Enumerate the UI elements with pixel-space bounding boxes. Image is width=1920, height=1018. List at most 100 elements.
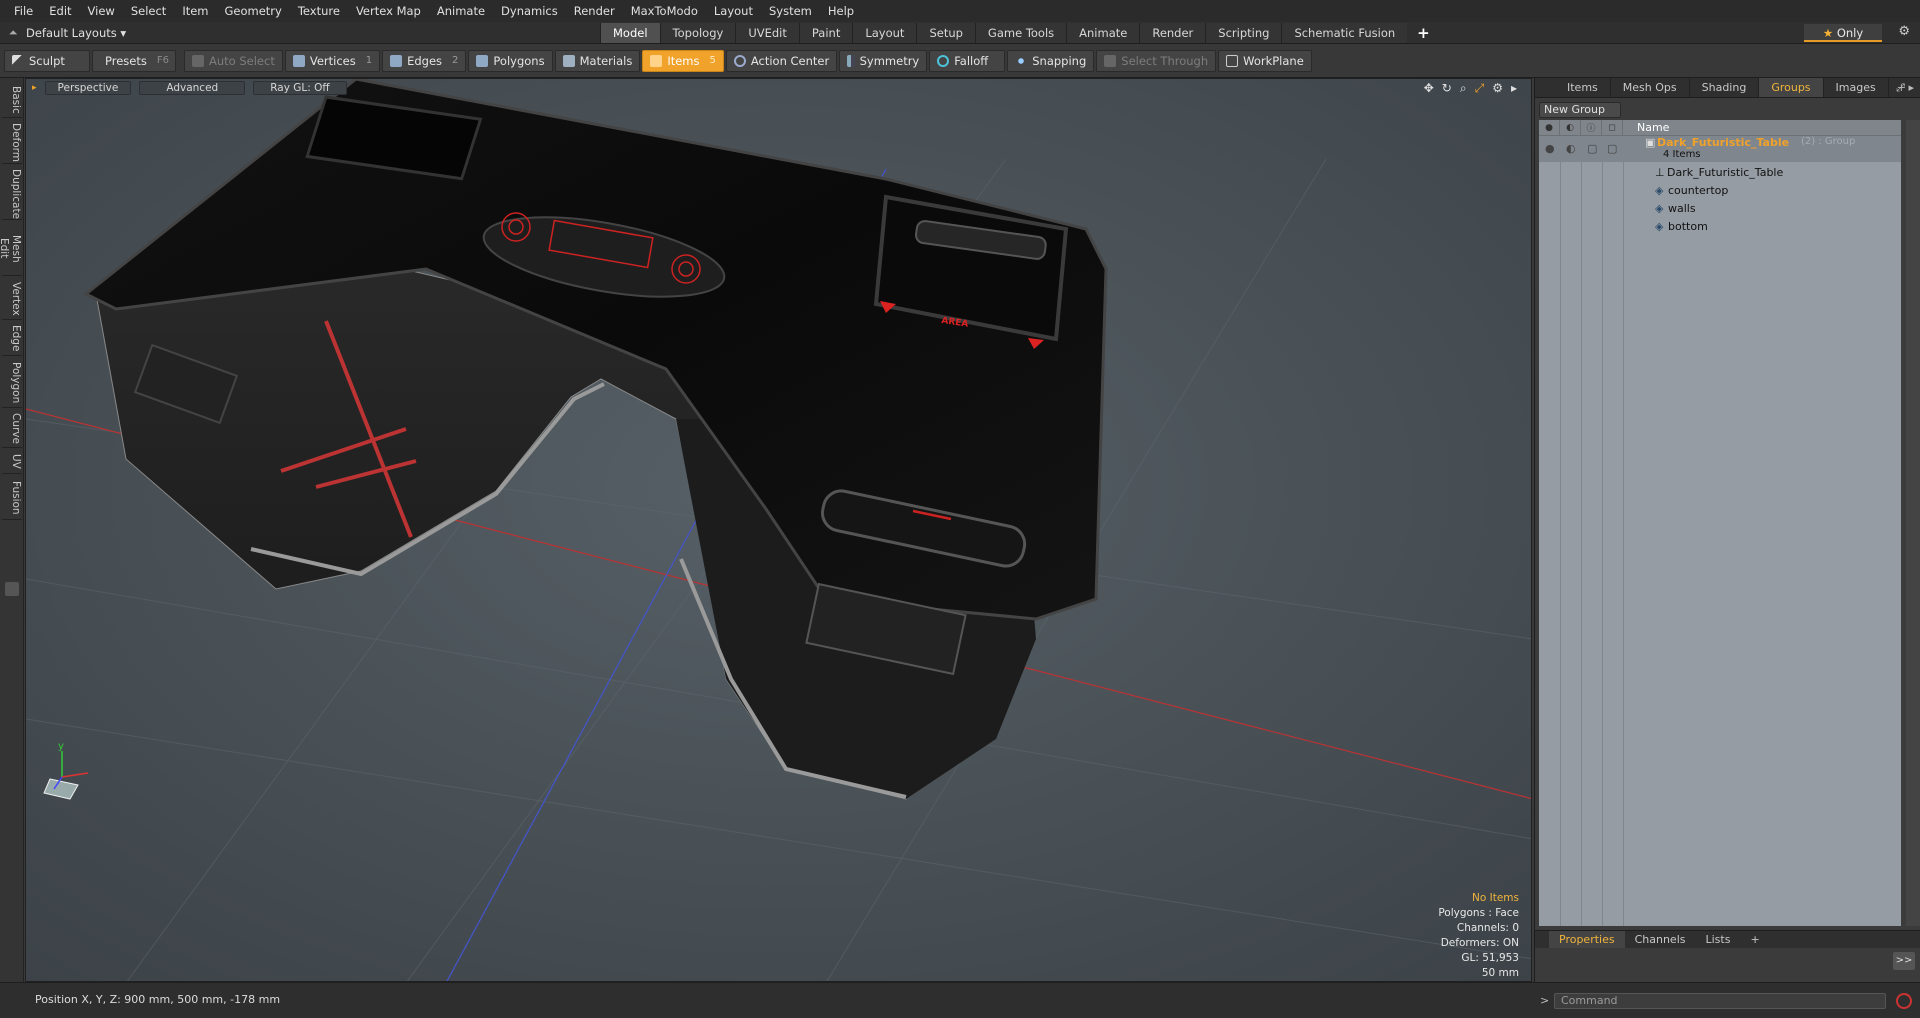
menu-vertex-map[interactable]: Vertex Map bbox=[348, 0, 429, 22]
group-row[interactable]: ● ◐ ▢ ▢ ▣ Dark_Futuristic_Table (2) : Gr… bbox=[1539, 136, 1901, 162]
auto-select-button[interactable]: Auto Select bbox=[184, 49, 283, 72]
tab-shading[interactable]: Shading bbox=[1690, 78, 1760, 97]
tab-layout[interactable]: Layout bbox=[852, 22, 917, 43]
menu-texture[interactable]: Texture bbox=[290, 0, 348, 22]
tab-curve[interactable]: Curve bbox=[2, 410, 22, 448]
materials-button[interactable]: Materials bbox=[554, 49, 641, 72]
tab-topology[interactable]: Topology bbox=[659, 22, 736, 43]
falloff-button[interactable]: Falloff bbox=[929, 49, 1006, 72]
panel-expand-icon[interactable]: ⤢ ▸ bbox=[1896, 81, 1914, 95]
tab-paint[interactable]: Paint bbox=[798, 22, 853, 43]
expand-arrow-button[interactable]: >> bbox=[1893, 952, 1915, 970]
group-render-icon[interactable]: ◐ bbox=[1566, 142, 1576, 155]
menu-geometry[interactable]: Geometry bbox=[217, 0, 290, 22]
tab-render[interactable]: Render bbox=[1139, 22, 1206, 43]
sculpt-button[interactable]: Sculpt bbox=[4, 49, 90, 72]
tab-schematic-fusion[interactable]: Schematic Fusion bbox=[1281, 22, 1408, 43]
tab-fusion[interactable]: Fusion bbox=[2, 476, 22, 520]
tab-mesh-edit[interactable]: Mesh Edit bbox=[0, 222, 22, 276]
action-center-button[interactable]: Action Center bbox=[725, 49, 838, 72]
tab-vertex[interactable]: Vertex bbox=[2, 278, 22, 320]
menu-help[interactable]: Help bbox=[820, 0, 862, 22]
group-select-icon[interactable]: ▢ bbox=[1607, 142, 1617, 155]
snapping-button[interactable]: Snapping bbox=[1007, 49, 1095, 72]
vertices-button[interactable]: Vertices 1 bbox=[284, 49, 381, 72]
group-child-row[interactable]: ◈ bottom bbox=[1539, 218, 1901, 236]
group-lock-icon[interactable]: ▢ bbox=[1587, 142, 1597, 155]
tab-uv[interactable]: UV bbox=[2, 450, 22, 474]
new-group-button[interactable]: New Group bbox=[1539, 102, 1621, 118]
select-through-button[interactable]: Select Through bbox=[1096, 49, 1217, 72]
command-input[interactable]: Command bbox=[1554, 993, 1886, 1009]
group-child-row[interactable]: ◈ countertop bbox=[1539, 182, 1901, 200]
menu-item[interactable]: Item bbox=[174, 0, 216, 22]
default-layouts-dropdown[interactable]: Default Layouts ▾ bbox=[26, 26, 600, 40]
bottom-tabs: Properties Channels Lists + bbox=[1535, 930, 1920, 948]
3d-viewport[interactable]: ▸ Perspective Advanced Ray GL: Off ✥ ↻ ⌕… bbox=[25, 78, 1532, 982]
presets-button[interactable]: Presets F6 bbox=[92, 49, 176, 72]
layout-collapse-icon[interactable]: ⏶ bbox=[0, 26, 26, 40]
rotate-icon[interactable]: ↻ bbox=[1442, 81, 1452, 96]
perspective-button[interactable]: Perspective bbox=[44, 81, 132, 95]
menu-animate[interactable]: Animate bbox=[429, 0, 493, 22]
groups-scrollbar[interactable] bbox=[1906, 120, 1920, 926]
tab-items[interactable]: Items bbox=[1555, 78, 1611, 97]
tab-polygon[interactable]: Polygon bbox=[2, 358, 22, 408]
groups-header: ● ◐ ⓘ ◻ Name bbox=[1539, 119, 1901, 136]
tab-scripting[interactable]: Scripting bbox=[1205, 22, 1282, 43]
viewport-gear-icon[interactable]: ⚙ bbox=[1492, 81, 1503, 96]
menu-system[interactable]: System bbox=[761, 0, 820, 22]
tab-game-tools[interactable]: Game Tools bbox=[974, 22, 1067, 43]
tab-model[interactable]: Model bbox=[600, 22, 660, 43]
tab-basic[interactable]: Basic bbox=[2, 82, 22, 118]
group-child-row[interactable]: ◈ walls bbox=[1539, 200, 1901, 218]
group-child-row[interactable]: ⊥ Dark_Futuristic_Table bbox=[1539, 164, 1901, 182]
group-name: Dark_Futuristic_Table bbox=[1657, 136, 1790, 149]
gear-icon[interactable]: ⚙ bbox=[1898, 24, 1910, 39]
advanced-button[interactable]: Advanced bbox=[139, 81, 246, 95]
zoom-icon[interactable]: ⌕ bbox=[1460, 81, 1467, 96]
render-column-icon[interactable]: ◐ bbox=[1560, 119, 1581, 136]
menu-select[interactable]: Select bbox=[123, 0, 174, 22]
symmetry-button[interactable]: Symmetry bbox=[839, 49, 928, 72]
command-bar: > Command bbox=[1534, 982, 1920, 1018]
tab-deform[interactable]: Deform bbox=[2, 120, 22, 164]
polygons-button[interactable]: Polygons bbox=[468, 49, 553, 72]
menu-maxtomodo[interactable]: MaxToModo bbox=[623, 0, 706, 22]
group-eye-icon[interactable]: ● bbox=[1545, 142, 1555, 155]
viewport-expand-icon[interactable]: ▸ bbox=[1511, 81, 1517, 96]
add-bottom-tab-button[interactable]: + bbox=[1740, 931, 1769, 948]
workplane-button[interactable]: WorkPlane bbox=[1218, 49, 1312, 72]
menu-dynamics[interactable]: Dynamics bbox=[493, 0, 566, 22]
eye-column-icon[interactable]: ● bbox=[1539, 119, 1560, 136]
pan-icon[interactable]: ✥ bbox=[1424, 81, 1434, 96]
group-meta: (2) : Group bbox=[1801, 136, 1856, 147]
select-column-icon[interactable]: ◻ bbox=[1602, 119, 1623, 136]
menu-layout[interactable]: Layout bbox=[706, 0, 761, 22]
edges-button[interactable]: Edges 2 bbox=[382, 49, 467, 72]
tab-lists[interactable]: Lists bbox=[1696, 931, 1741, 948]
tab-mesh-ops[interactable]: Mesh Ops bbox=[1611, 78, 1690, 97]
viewport-menu-icon[interactable]: ▸ bbox=[32, 83, 37, 93]
lock-column-icon[interactable]: ⓘ bbox=[1581, 119, 1602, 136]
strip-toggle-button[interactable] bbox=[5, 582, 19, 596]
items-button[interactable]: Items 5 bbox=[642, 49, 724, 72]
menu-view[interactable]: View bbox=[80, 0, 123, 22]
tab-properties[interactable]: Properties bbox=[1549, 931, 1625, 948]
tab-groups[interactable]: Groups bbox=[1759, 78, 1824, 97]
tab-animate[interactable]: Animate bbox=[1066, 22, 1140, 43]
tab-images[interactable]: Images bbox=[1824, 78, 1889, 97]
add-tab-button[interactable]: + bbox=[1407, 23, 1440, 43]
tab-setup[interactable]: Setup bbox=[916, 22, 975, 43]
fit-icon[interactable]: ⤢ bbox=[1475, 81, 1485, 96]
only-button[interactable]: ★ Only bbox=[1804, 24, 1882, 42]
menu-file[interactable]: File bbox=[6, 0, 41, 22]
record-icon[interactable] bbox=[1896, 993, 1912, 1009]
raygl-button[interactable]: Ray GL: Off bbox=[253, 81, 347, 95]
tab-duplicate[interactable]: Duplicate bbox=[2, 166, 22, 220]
tab-uvedit[interactable]: UVEdit bbox=[735, 22, 799, 43]
menu-render[interactable]: Render bbox=[566, 0, 623, 22]
tab-edge[interactable]: Edge bbox=[2, 322, 22, 356]
menu-edit[interactable]: Edit bbox=[41, 0, 79, 22]
tab-channels[interactable]: Channels bbox=[1625, 931, 1696, 948]
